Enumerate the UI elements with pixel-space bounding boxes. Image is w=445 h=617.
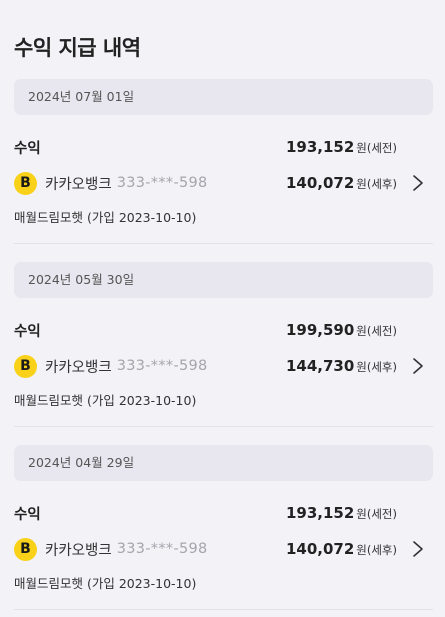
income-row: 수익 193,152 원(세전) (14, 502, 433, 524)
income-row: 수익 193,152 원(세전) (14, 136, 433, 158)
income-label: 수익 (14, 506, 41, 523)
posttax-unit: 원(세후) (356, 360, 397, 374)
bank-logo-letter: B (20, 541, 31, 557)
payout-history-page: 수익 지급 내역 2024년 07월 01일 수익 193,152 원(세전) … (0, 0, 445, 617)
pretax-unit: 원(세전) (356, 507, 397, 521)
bank-account: 333-***-598 (116, 541, 208, 557)
chevron-right-icon[interactable] (409, 355, 427, 377)
bank-row[interactable]: B 카카오뱅크 333-***-598 144,730 원(세후) (14, 353, 433, 379)
bank-info: B 카카오뱅크 333-***-598 (14, 171, 208, 195)
posttax-amount-group: 144,730 원(세후) (286, 357, 397, 375)
bank-logo-letter: B (20, 358, 31, 374)
pretax-amount: 193,152 (285, 504, 355, 522)
pretax-unit: 원(세전) (356, 324, 397, 338)
pretax-amount-group: 193,152 원(세전) (286, 504, 397, 522)
bank-row[interactable]: B 카카오뱅크 333-***-598 140,072 원(세후) (14, 536, 433, 562)
income-label: 수익 (14, 323, 41, 340)
posttax-amount: 140,072 (285, 540, 355, 558)
payout-entry: 2024년 05월 30일 수익 199,590 원(세전) B 카카오뱅크 3… (14, 262, 433, 427)
bank-info: B 카카오뱅크 333-***-598 (14, 354, 208, 378)
kakaobank-logo-icon: B (14, 354, 37, 378)
posttax-amount-group: 140,072 원(세후) (286, 540, 397, 558)
bank-row[interactable]: B 카카오뱅크 333-***-598 140,072 원(세후) (14, 170, 433, 196)
date-header: 2024년 07월 01일 (14, 79, 433, 115)
pretax-unit: 원(세전) (356, 141, 397, 155)
divider (14, 426, 433, 427)
plan-info: 매월드림모햇 (가입 2023-10-10) (14, 576, 197, 591)
payout-entry: 2024년 07월 01일 수익 193,152 원(세전) B 카카오뱅크 3… (14, 79, 433, 244)
income-row: 수익 199,590 원(세전) (14, 319, 433, 341)
pretax-amount: 193,152 (285, 138, 355, 156)
bank-account: 333-***-598 (116, 358, 208, 374)
posttax-amount: 144,730 (285, 357, 355, 375)
posttax-unit: 원(세후) (356, 543, 397, 557)
income-label: 수익 (14, 140, 41, 157)
pretax-amount-group: 193,152 원(세전) (286, 138, 397, 156)
bank-account: 333-***-598 (116, 175, 208, 191)
bank-name: 카카오뱅크 (45, 176, 112, 193)
page-title: 수익 지급 내역 (14, 36, 141, 60)
divider (14, 609, 433, 610)
posttax-amount-group: 140,072 원(세후) (286, 174, 397, 192)
chevron-right-icon[interactable] (409, 538, 427, 560)
pretax-amount-group: 199,590 원(세전) (286, 321, 397, 339)
bank-name: 카카오뱅크 (45, 542, 112, 559)
divider (14, 243, 433, 244)
bank-logo-letter: B (20, 175, 31, 191)
posttax-amount: 140,072 (285, 174, 355, 192)
pretax-amount: 199,590 (285, 321, 355, 339)
date-header: 2024년 04월 29일 (14, 445, 433, 481)
kakaobank-logo-icon: B (14, 171, 37, 195)
chevron-right-icon[interactable] (409, 172, 427, 194)
bank-info: B 카카오뱅크 333-***-598 (14, 537, 208, 561)
posttax-unit: 원(세후) (356, 177, 397, 191)
payout-entry: 2024년 04월 29일 수익 193,152 원(세전) B 카카오뱅크 3… (14, 445, 433, 610)
plan-info: 매월드림모햇 (가입 2023-10-10) (14, 210, 197, 225)
date-header: 2024년 05월 30일 (14, 262, 433, 298)
bank-name: 카카오뱅크 (45, 359, 112, 376)
kakaobank-logo-icon: B (14, 537, 37, 561)
plan-info: 매월드림모햇 (가입 2023-10-10) (14, 393, 197, 408)
